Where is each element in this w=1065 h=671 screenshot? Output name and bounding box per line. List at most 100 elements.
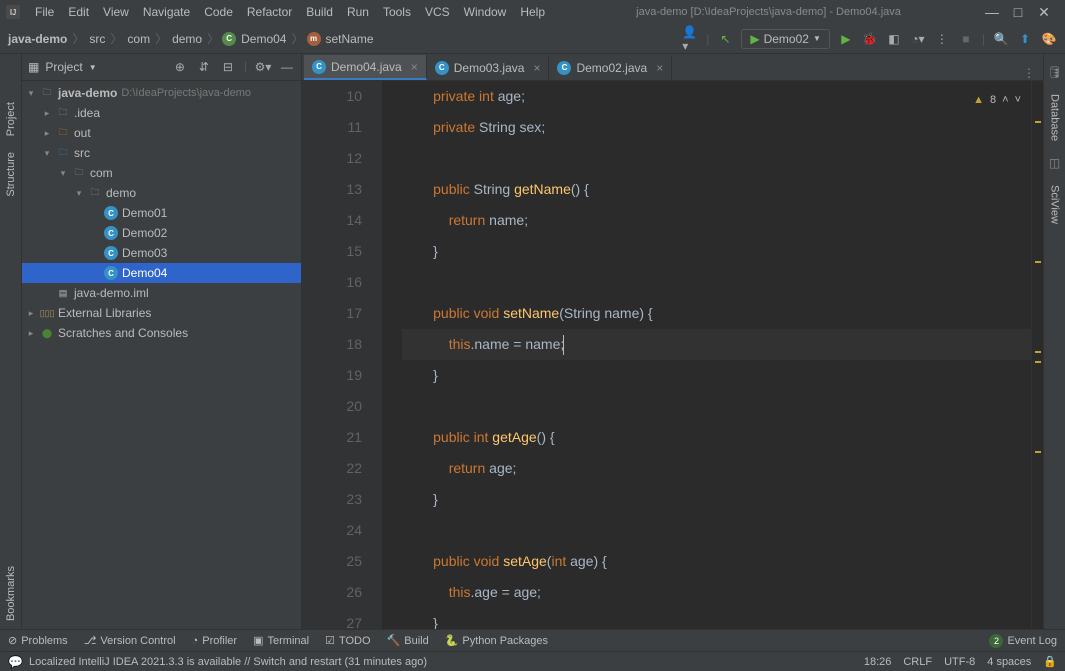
todo-tool[interactable]: ☑TODO (325, 634, 370, 647)
collapse-icon[interactable]: ⊟ (220, 59, 236, 75)
menu-view[interactable]: View (96, 5, 136, 19)
chevron-right-icon[interactable]: ▸ (26, 308, 36, 319)
crumb-demo[interactable]: demo (170, 32, 204, 46)
chevron-down-icon[interactable]: ▾ (42, 148, 52, 159)
menu-refactor[interactable]: Refactor (240, 5, 299, 19)
chevron-right-icon[interactable]: ▸ (42, 108, 52, 119)
select-file-icon[interactable]: ⊕ (172, 59, 188, 75)
more-run-icon[interactable]: ⋮ (934, 31, 950, 47)
notification-icon[interactable]: 💬 (8, 655, 23, 669)
close-tab-icon[interactable]: × (533, 61, 540, 75)
profile-icon[interactable]: ◔▾ (910, 31, 926, 47)
code-line-14[interactable]: return name; (402, 205, 1031, 236)
tree-demo01[interactable]: C Demo01 (22, 203, 301, 223)
tabs-menu-icon[interactable]: ⋮ (1023, 66, 1035, 80)
tree-idea[interactable]: ▸ 🗀 .idea (22, 103, 301, 123)
chevron-right-icon[interactable]: ▸ (26, 328, 36, 339)
sync-icon[interactable]: ⬆ (1017, 31, 1033, 47)
project-tree[interactable]: ▾ 🗀 java-demo D:\IdeaProjects\java-demo … (22, 81, 301, 629)
chevron-down-icon[interactable]: ▾ (58, 168, 68, 179)
code-content[interactable]: ▲ 8 ˄ ˅ private int age; private String … (382, 81, 1031, 629)
code-line-23[interactable]: } (402, 484, 1031, 515)
caret-position[interactable]: 18:26 (864, 656, 892, 668)
error-stripe[interactable] (1031, 81, 1043, 629)
crumb-com[interactable]: com (125, 32, 152, 46)
crumb-project[interactable]: java-demo (6, 32, 69, 46)
minimize-icon[interactable]: — (985, 5, 999, 19)
tree-scratches[interactable]: ▸ ⬤ Scratches and Consoles (22, 323, 301, 343)
hide-panel-icon[interactable]: — (279, 59, 295, 75)
coverage-icon[interactable]: ◧ (886, 31, 902, 47)
tree-out[interactable]: ▸ 🗀 out (22, 123, 301, 143)
code-line-10[interactable]: private int age; (402, 81, 1031, 112)
chevron-down-icon[interactable]: ▾ (26, 88, 36, 99)
project-view-selector[interactable]: Project (45, 60, 82, 74)
menu-window[interactable]: Window (457, 5, 514, 19)
project-tool-tab[interactable]: Project (5, 94, 17, 144)
gear-icon[interactable]: ⚙▾ (255, 59, 271, 75)
code-line-17[interactable]: public void setName(String name) { (402, 298, 1031, 329)
tree-com[interactable]: ▾ 🗀 com (22, 163, 301, 183)
profiler-tool[interactable]: ◔Profiler (192, 635, 238, 647)
code-line-22[interactable]: return age; (402, 453, 1031, 484)
chevron-up-icon[interactable]: ˄ (1002, 85, 1008, 116)
tree-demo[interactable]: ▾ 🗀 demo (22, 183, 301, 203)
ide-settings-icon[interactable]: 🎨 (1041, 31, 1057, 47)
database-icon[interactable]: 🛢 (1047, 64, 1063, 80)
menu-run[interactable]: Run (340, 5, 376, 19)
build-tool[interactable]: 🔨Build (387, 634, 429, 647)
structure-tool-tab[interactable]: Structure (5, 144, 17, 205)
encoding[interactable]: UTF-8 (944, 656, 975, 668)
crumb-src[interactable]: src (87, 32, 107, 46)
chevron-down-icon[interactable]: ˅ (1015, 85, 1021, 116)
tab-demo03[interactable]: C Demo03.java × (427, 55, 550, 80)
breadcrumb[interactable]: java-demo 〉 src 〉 com 〉 demo 〉 C Demo04 … (0, 30, 682, 47)
menu-tools[interactable]: Tools (376, 5, 418, 19)
sciview-icon[interactable]: ◫ (1047, 155, 1063, 171)
stop-icon[interactable]: ■ (958, 31, 974, 47)
sciview-tool-tab[interactable]: SciView (1049, 181, 1061, 228)
user-icon[interactable]: 👤▾ (682, 31, 698, 47)
code-line-24[interactable] (402, 515, 1031, 546)
menu-help[interactable]: Help (513, 5, 552, 19)
tree-iml[interactable]: ▤ java-demo.iml (22, 283, 301, 303)
chevron-right-icon[interactable]: ▸ (42, 128, 52, 139)
gutter[interactable]: 101112131415161718192021222324252627 (302, 81, 382, 629)
maximize-icon[interactable]: □ (1011, 5, 1025, 19)
tree-external-libs[interactable]: ▸ ▯▯▯ External Libraries (22, 303, 301, 323)
bookmarks-tool-tab[interactable]: Bookmarks (5, 558, 17, 629)
menu-file[interactable]: File (28, 5, 61, 19)
debug-icon[interactable]: 🐞 (862, 31, 878, 47)
line-separator[interactable]: CRLF (903, 656, 932, 668)
close-icon[interactable]: ✕ (1037, 5, 1051, 19)
code-line-15[interactable]: } (402, 236, 1031, 267)
close-tab-icon[interactable]: × (411, 60, 418, 74)
inspection-widget[interactable]: ▲ 8 ˄ ˅ (973, 85, 1021, 116)
tab-demo02[interactable]: C Demo02.java × (549, 55, 672, 80)
run-config-selector[interactable]: ▶ Demo02 ▼ (741, 29, 830, 49)
tree-src[interactable]: ▾ 🗀 src (22, 143, 301, 163)
code-line-21[interactable]: public int getAge() { (402, 422, 1031, 453)
chevron-down-icon[interactable]: ▾ (74, 188, 84, 199)
tree-demo03[interactable]: C Demo03 (22, 243, 301, 263)
python-packages-tool[interactable]: 🐍Python Packages (445, 634, 548, 647)
tree-demo02[interactable]: C Demo02 (22, 223, 301, 243)
code-line-20[interactable] (402, 391, 1031, 422)
tab-demo04[interactable]: C Demo04.java × (304, 55, 427, 80)
menu-vcs[interactable]: VCS (418, 5, 457, 19)
search-icon[interactable]: 🔍 (993, 31, 1009, 47)
code-line-12[interactable] (402, 143, 1031, 174)
code-line-16[interactable] (402, 267, 1031, 298)
code-line-19[interactable]: } (402, 360, 1031, 391)
menu-code[interactable]: Code (197, 5, 240, 19)
code-line-27[interactable]: } (402, 608, 1031, 629)
event-log-tool[interactable]: 2Event Log (989, 634, 1057, 648)
tree-root[interactable]: ▾ 🗀 java-demo D:\IdeaProjects\java-demo (22, 83, 301, 103)
status-message[interactable]: Localized IntelliJ IDEA 2021.3.3 is avai… (29, 656, 427, 668)
build-icon[interactable]: ↖ (717, 31, 733, 47)
tree-demo04[interactable]: C Demo04 (22, 263, 301, 283)
code-line-11[interactable]: private String sex; (402, 112, 1031, 143)
menu-navigate[interactable]: Navigate (136, 5, 197, 19)
database-tool-tab[interactable]: Database (1049, 90, 1061, 145)
problems-tool[interactable]: ⊘Problems (8, 634, 68, 647)
